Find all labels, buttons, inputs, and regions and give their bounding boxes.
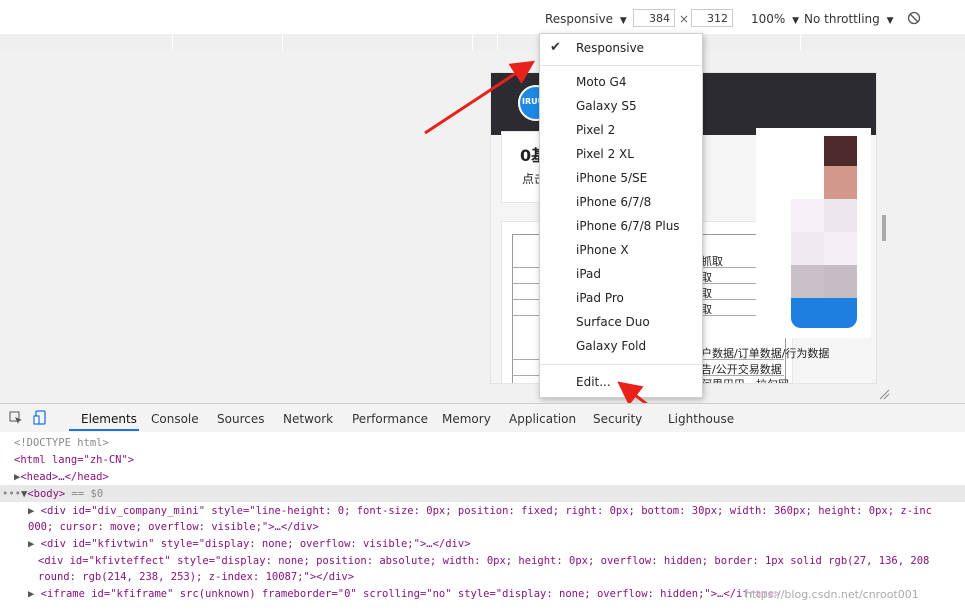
code-line-1b: 000; cursor: move; overflow: visible;">…… <box>28 521 319 533</box>
device-toggle-icon[interactable] <box>33 410 47 426</box>
code-line-4[interactable]: ▶ <iframe id="kfiframe" src(unknown) fra… <box>28 588 780 600</box>
tab-security[interactable]: Security <box>593 412 642 426</box>
body-line[interactable]: •••▼<body> == $0 <box>2 488 103 500</box>
elements-panel: <!DOCTYPE html> <html lang="zh-CN"> ▶<he… <box>0 432 965 612</box>
code-line-2[interactable]: ▶ <div id="kfivtwin" style="display: non… <box>28 538 471 550</box>
code-line-3a[interactable]: <div id="kfivteffect" style="display: no… <box>38 555 929 567</box>
tab-sources[interactable]: Sources <box>217 412 264 426</box>
html-open-line[interactable]: <html lang="zh-CN"> <box>14 454 134 466</box>
selected-row[interactable] <box>0 485 965 502</box>
tab-lighthouse[interactable]: Lighthouse <box>668 412 734 426</box>
tab-memory[interactable]: Memory <box>442 412 491 426</box>
doctype-line: <!DOCTYPE html> <box>14 437 109 449</box>
tab-console[interactable]: Console <box>151 412 199 426</box>
active-tab-indicator <box>69 429 139 431</box>
devtools-tabbar: Elements Console Sources Network Performance… <box>0 403 965 433</box>
code-line-1a[interactable]: ▶ <div id="div_company_mini" style="line… <box>28 505 932 517</box>
tab-elements[interactable]: Elements <box>81 412 137 426</box>
arrow-to-responsive <box>424 60 536 135</box>
code-line-3b: round: rgb(214, 238, 253); z-index: 1008… <box>38 571 355 583</box>
tab-network[interactable]: Network <box>283 412 333 426</box>
watermark: https://blog.csdn.net/cnroot001 <box>745 588 919 601</box>
head-line[interactable]: ▶<head>…</head> <box>14 471 109 483</box>
tab-performance[interactable]: Performance <box>352 412 428 426</box>
inspect-icon[interactable] <box>9 411 23 425</box>
tab-application[interactable]: Application <box>509 412 576 426</box>
